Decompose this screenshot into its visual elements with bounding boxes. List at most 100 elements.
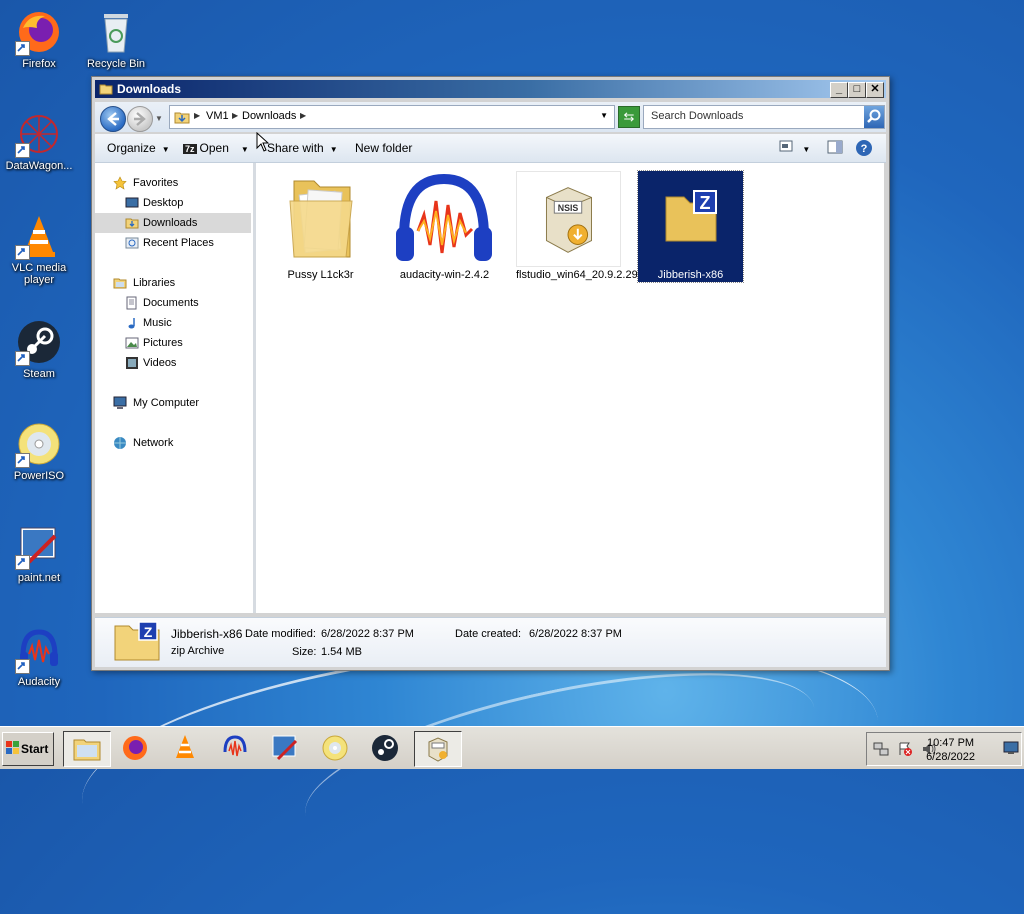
music-note-icon xyxy=(128,318,135,329)
back-button[interactable] xyxy=(100,106,126,132)
show-desktop-icon[interactable] xyxy=(1003,741,1019,755)
nav-documents[interactable]: Documents xyxy=(95,293,251,313)
desktop-icon-audacity[interactable]: Audacity xyxy=(1,626,77,688)
file-item-jibberish-zip[interactable]: Z Jibberish-x86 xyxy=(637,170,744,283)
organize-button[interactable]: Organize ▼ xyxy=(107,141,170,155)
details-created-value: 6/28/2022 8:37 PM xyxy=(529,628,622,640)
folder-icon xyxy=(289,180,353,258)
firefox-icon xyxy=(123,736,147,760)
poweriso-disc-icon xyxy=(15,420,63,468)
file-name: audacity-win-2.4.2 xyxy=(399,269,490,281)
file-list: Pussy L1ck3r audacity-win-2.4.2 NSIS fls… xyxy=(256,163,884,613)
chevron-down-icon: ▼ xyxy=(161,145,170,154)
taskbar-firefox[interactable] xyxy=(118,731,152,765)
breadcrumb-vm1[interactable]: VM1 xyxy=(206,110,229,122)
libraries-icon xyxy=(113,278,127,289)
search-box[interactable]: Search Downloads xyxy=(643,105,885,129)
file-item-audacity[interactable]: audacity-win-2.4.2 xyxy=(392,171,497,282)
clock-date: 6/28/2022 xyxy=(926,751,975,763)
history-dropdown-icon[interactable]: ▼ xyxy=(155,114,163,123)
nsis-installer-icon: NSIS xyxy=(545,187,592,253)
downloads-folder-icon xyxy=(174,112,190,124)
address-row: ▼ ▶ VM1 ▶ Downloads ▶ ▼ ⇆ Search Downloa… xyxy=(95,102,886,132)
address-bar[interactable]: ▶ VM1 ▶ Downloads ▶ ▼ xyxy=(169,105,615,129)
breadcrumb-downloads[interactable]: Downloads xyxy=(242,110,296,122)
taskbar-poweriso[interactable] xyxy=(318,731,352,765)
nav-network[interactable]: Network xyxy=(95,433,251,453)
taskbar-steam[interactable] xyxy=(368,731,402,765)
taskbar-vlc[interactable] xyxy=(168,731,202,765)
nav-music[interactable]: Music xyxy=(95,313,251,333)
desktop-icon xyxy=(125,197,139,208)
arrow-right-icon xyxy=(134,112,146,126)
desktop-icon-datawagon[interactable]: DataWagon... xyxy=(1,110,77,172)
nav-downloads[interactable]: Downloads xyxy=(95,213,251,233)
refresh-button[interactable]: ⇆ xyxy=(618,106,640,128)
details-pane: Z Jibberish-x86 zip Archive Date modifie… xyxy=(95,617,886,667)
recent-places-icon xyxy=(125,237,139,249)
vlc-cone-icon xyxy=(15,212,63,260)
network-tray-icon[interactable] xyxy=(873,741,889,757)
close-button[interactable]: ✕ xyxy=(866,82,884,98)
svg-text:NSIS: NSIS xyxy=(558,203,579,213)
taskbar-paintnet[interactable] xyxy=(268,731,302,765)
zip-archive-icon: Z xyxy=(114,621,160,661)
help-icon: ? xyxy=(856,140,872,156)
title-bar[interactable]: Downloads _ □ ✕ xyxy=(95,80,886,98)
file-name: Pussy L1ck3r xyxy=(287,269,354,281)
vlc-cone-icon xyxy=(176,735,194,758)
address-dropdown-icon[interactable]: ▼ xyxy=(600,111,608,120)
paintnet-icon xyxy=(272,735,298,761)
nav-my-computer[interactable]: My Computer xyxy=(95,393,251,413)
desktop-icon-vlc[interactable]: VLC media player xyxy=(1,212,77,286)
nav-videos[interactable]: Videos xyxy=(95,353,251,373)
svg-text:Z: Z xyxy=(700,193,711,213)
desktop-icon-firefox[interactable]: Firefox xyxy=(1,8,77,70)
breadcrumb-arrow-icon[interactable]: ▶ xyxy=(232,111,238,120)
desktop-icon-paintnet[interactable]: paint.net xyxy=(1,522,77,584)
nav-recent-places[interactable]: Recent Places xyxy=(95,233,251,253)
folder-icon xyxy=(73,739,101,761)
details-size-label: Size: xyxy=(292,646,317,658)
minimize-button[interactable]: _ xyxy=(830,82,848,98)
search-input[interactable]: Search Downloads xyxy=(651,110,743,122)
preview-pane-button[interactable] xyxy=(827,140,843,157)
recycle-bin-icon xyxy=(92,8,140,56)
taskbar-audacity[interactable] xyxy=(218,731,252,765)
desktop-icon-steam[interactable]: Steam xyxy=(1,318,77,380)
system-tray: 10:47 PM 6/28/2022 xyxy=(866,732,1022,766)
help-button[interactable]: ? xyxy=(855,139,873,160)
taskbar-nsis-installer[interactable] xyxy=(414,731,462,767)
desktop-icon-poweriso[interactable]: PowerISO xyxy=(1,420,77,482)
taskbar-explorer[interactable] xyxy=(63,731,111,767)
nav-pictures[interactable]: Pictures xyxy=(95,333,251,353)
search-icon xyxy=(867,109,881,123)
star-icon xyxy=(113,176,127,190)
clock[interactable]: 10:47 PM 6/28/2022 xyxy=(926,736,975,764)
view-options-button[interactable]: ▼ xyxy=(779,140,810,155)
window-title: Downloads xyxy=(117,82,182,96)
preview-pane-icon xyxy=(827,140,843,154)
arrow-left-icon xyxy=(107,112,119,126)
folder-icon xyxy=(99,84,113,95)
search-button[interactable] xyxy=(864,106,884,128)
action-center-icon[interactable] xyxy=(897,741,913,757)
desktop-icon-recycle-bin[interactable]: Recycle Bin xyxy=(78,8,154,70)
share-with-button[interactable]: Share with ▼ xyxy=(267,141,338,155)
breadcrumb-arrow-icon[interactable]: ▶ xyxy=(300,111,306,120)
details-file-type: zip Archive xyxy=(171,645,225,657)
nav-favorites[interactable]: Favorites xyxy=(95,173,251,193)
nav-libraries[interactable]: Libraries xyxy=(95,273,251,293)
chevron-down-icon: ▼ xyxy=(329,145,338,154)
file-item-flstudio[interactable]: NSIS flstudio_win64_20.9.2.2963 xyxy=(516,171,650,282)
maximize-button[interactable]: □ xyxy=(848,82,866,98)
breadcrumb-arrow-icon[interactable]: ▶ xyxy=(194,111,200,120)
open-button[interactable]: 7z Open ▼ xyxy=(183,141,249,155)
svg-text:?: ? xyxy=(861,143,868,155)
7zip-icon: 7z xyxy=(183,144,197,154)
nav-desktop[interactable]: Desktop xyxy=(95,193,251,213)
file-item-folder[interactable]: Pussy L1ck3r xyxy=(268,171,373,282)
forward-button[interactable] xyxy=(127,106,153,132)
start-button[interactable]: Start xyxy=(2,732,54,766)
new-folder-button[interactable]: New folder xyxy=(355,141,412,155)
